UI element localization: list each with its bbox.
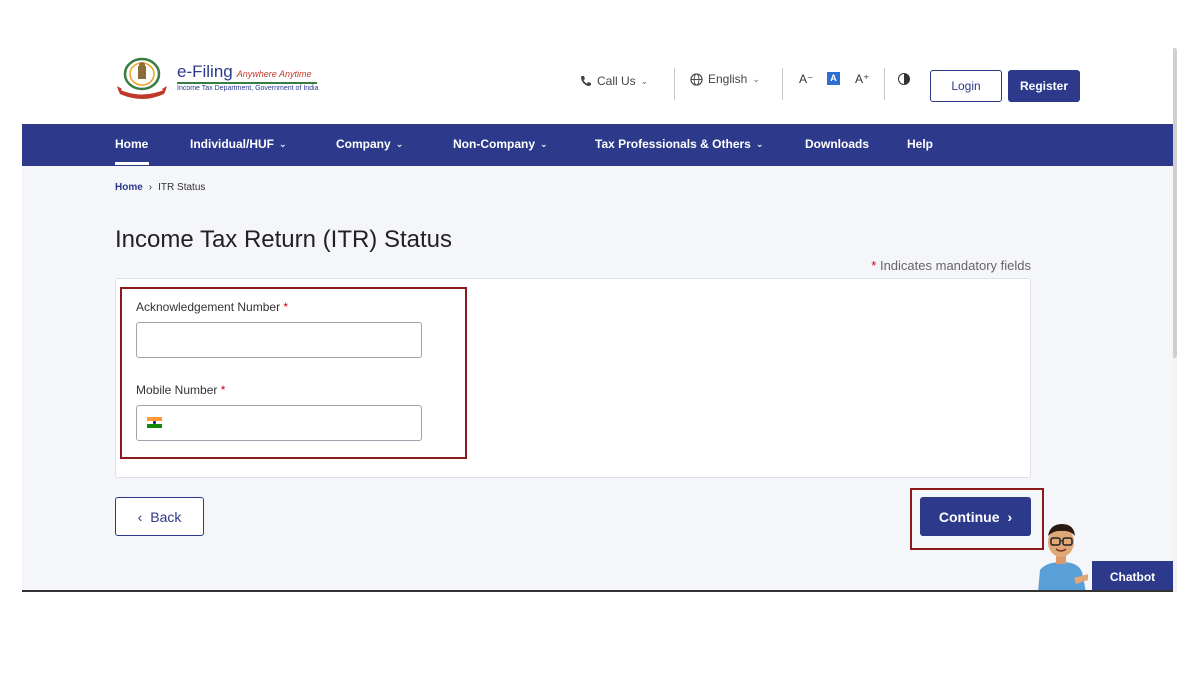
chevron-left-icon: ‹ — [137, 508, 143, 525]
chatbot-button[interactable]: Chatbot — [1092, 561, 1173, 592]
chevron-right-icon: › — [1007, 508, 1013, 525]
page: e-Filing Anywhere Anytime Income Tax Depa… — [0, 0, 1200, 675]
chevron-down-icon: ⌄ — [279, 138, 287, 149]
breadcrumb-current: ITR Status — [158, 182, 206, 193]
back-button[interactable]: ‹ Back — [115, 497, 204, 536]
divider — [782, 68, 783, 100]
chatbot-avatar-icon[interactable] — [1032, 518, 1092, 592]
chevron-down-icon: ⌄ — [755, 138, 764, 149]
mobile-number-label: Mobile Number * — [136, 383, 226, 397]
contrast-icon[interactable] — [898, 73, 910, 85]
acknowledgement-number-label: Acknowledgement Number * — [136, 300, 289, 314]
browser-viewport: e-Filing Anywhere Anytime Income Tax Depa… — [22, 48, 1173, 592]
india-flag-icon[interactable] — [147, 417, 162, 428]
mandatory-note: * Indicates mandatory fields — [871, 258, 1031, 273]
logo-subtitle: Income Tax Department, Government of Ind… — [177, 85, 319, 92]
site-header: e-Filing Anywhere Anytime Income Tax Depa… — [22, 48, 1173, 124]
globe-icon — [690, 72, 703, 86]
nav-item-tax-professionals[interactable]: Tax Professionals & Others ⌄ — [595, 137, 763, 151]
viewport-bottom-edge — [22, 590, 1173, 592]
chevron-down-icon: ⌄ — [395, 138, 404, 149]
font-default-button[interactable]: A — [827, 72, 840, 85]
call-us-label: Call Us — [597, 74, 636, 88]
logo-title: e-Filing Anywhere Anytime — [177, 62, 312, 81]
main-content: Home › ITR Status Income Tax Return (ITR… — [22, 166, 1173, 592]
chevron-down-icon: ⌄ — [640, 75, 649, 86]
page-title: Income Tax Return (ITR) Status — [115, 226, 453, 253]
chevron-down-icon: ⌄ — [752, 73, 760, 84]
breadcrumb: Home › ITR Status — [115, 182, 205, 193]
login-button[interactable]: Login — [930, 70, 1002, 102]
continue-button[interactable]: Continue › — [920, 497, 1031, 536]
acknowledgement-number-input[interactable] — [136, 322, 422, 358]
font-increase-button[interactable]: A⁺ — [855, 72, 869, 86]
nav-active-indicator — [115, 162, 149, 165]
required-star: * — [871, 258, 877, 273]
logo-underline — [177, 82, 317, 84]
phone-icon — [581, 76, 591, 86]
breadcrumb-home-link[interactable]: Home — [115, 182, 143, 193]
nav-item-help[interactable]: Help — [907, 137, 933, 151]
font-decrease-button[interactable]: A⁻ — [799, 72, 813, 86]
mobile-number-input[interactable] — [136, 405, 422, 441]
nav-item-individual-huf[interactable]: Individual/HUF ⌄ — [190, 137, 287, 151]
nav-item-downloads[interactable]: Downloads — [805, 137, 869, 151]
divider — [884, 68, 885, 100]
emblem-icon — [117, 57, 167, 99]
chevron-down-icon: ⌄ — [540, 138, 548, 149]
divider — [674, 68, 675, 100]
nav-item-non-company[interactable]: Non-Company ⌄ — [453, 137, 548, 151]
mandatory-text: Indicates mandatory fields — [879, 258, 1031, 273]
nav-item-company[interactable]: Company ⌄ — [336, 137, 403, 151]
efiling-logo[interactable]: e-Filing Anywhere Anytime Income Tax Depa… — [114, 56, 324, 100]
logo-tagline: Anywhere Anytime — [236, 69, 312, 79]
register-button[interactable]: Register — [1008, 70, 1080, 102]
language-label: English — [708, 72, 748, 86]
breadcrumb-separator: › — [148, 182, 153, 193]
nav-item-home[interactable]: Home — [115, 137, 148, 151]
language-dropdown[interactable]: English ⌄ — [690, 72, 760, 86]
call-us-dropdown[interactable]: Call Us ⌄ — [580, 74, 648, 88]
main-nav: Home Individual/HUF ⌄ Company ⌄ Non-Compan… — [22, 124, 1173, 166]
